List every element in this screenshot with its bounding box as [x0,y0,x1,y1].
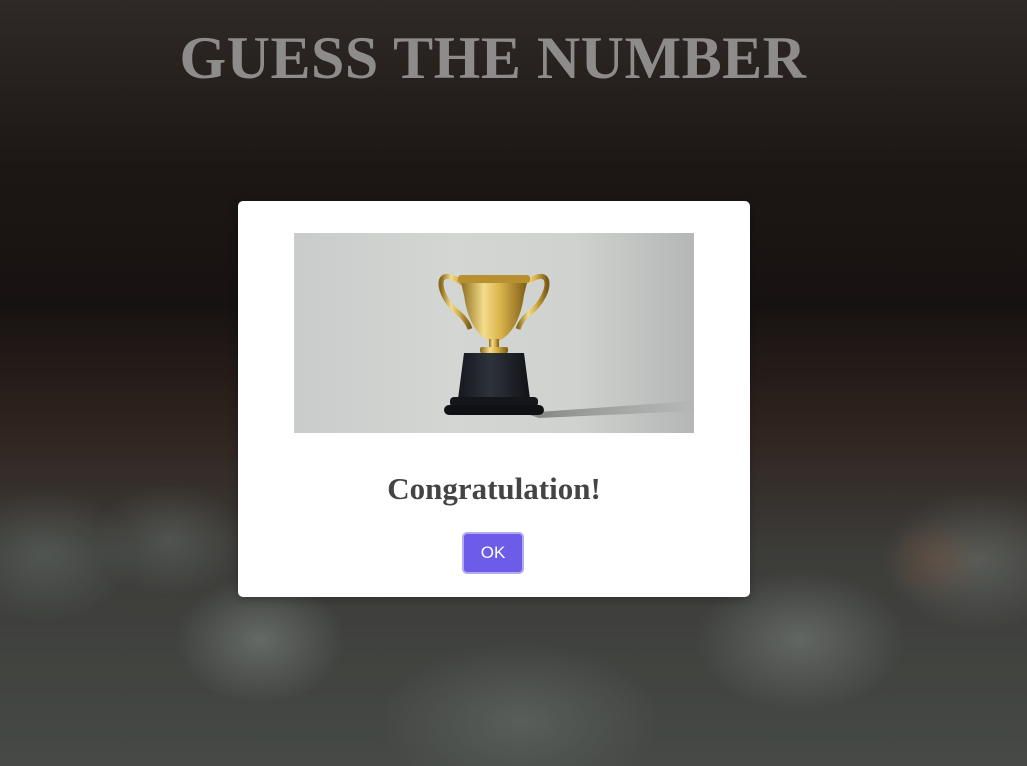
trophy-icon [438,274,694,418]
trophy-image [294,233,694,433]
ok-button[interactable]: OK [462,532,524,574]
page-title: GUESS THE NUMBER [179,25,807,91]
congratulation-message: Congratulation! [387,471,601,506]
congratulation-modal: Congratulation! OK [238,201,750,597]
